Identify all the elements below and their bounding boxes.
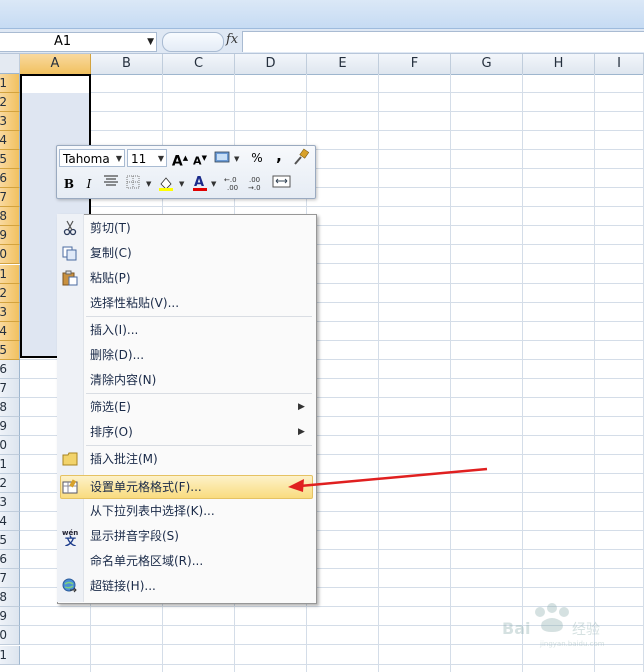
grid-column-line <box>594 74 595 672</box>
borders-icon: ▼ <box>126 175 152 189</box>
increase-decimal-icon: ←.0.00 <box>224 176 238 192</box>
format-painter-icon <box>294 148 310 165</box>
svg-text:←.0: ←.0 <box>224 176 237 184</box>
baidu-watermark-logo: Bai 经验 jingyan.baidu.com <box>502 603 605 648</box>
decrease-decimal-icon: .00→.0 <box>248 176 261 192</box>
menu-item-1[interactable]: 剪切(T) <box>90 216 131 240</box>
menu-separator <box>86 393 312 394</box>
shrink-font-icon: A <box>193 154 202 168</box>
svg-text:→.0: →.0 <box>248 184 261 192</box>
fill-color-icon: ▼ <box>159 177 185 191</box>
menu-item-11[interactable]: 设置单元格格式(F)... <box>90 475 202 499</box>
font-size-value: 11 <box>131 152 147 166</box>
svg-text:经验: 经验 <box>572 622 600 638</box>
active-cell-a1[interactable] <box>22 76 89 93</box>
font-name-value: Tahoma <box>63 152 110 166</box>
percent-style-button[interactable]: % <box>247 148 267 168</box>
menu-item-15[interactable]: 超链接(H)... <box>90 574 156 598</box>
fill-color-button[interactable]: ▼ <box>157 174 189 194</box>
comma-style-button[interactable]: , <box>269 146 289 166</box>
chevron-right-icon: ▶ <box>298 427 305 437</box>
grid-column-line <box>378 74 379 672</box>
menu-item-9[interactable]: 排序(O) <box>90 420 133 444</box>
menu-item-14[interactable]: 命名单元格区域(R)... <box>90 549 203 573</box>
menu-item-13[interactable]: 显示拼音字段(S) <box>90 524 179 548</box>
svg-text:▼: ▼ <box>179 180 185 188</box>
chevron-down-icon: ▼ <box>115 154 122 163</box>
grid-row-line <box>20 664 644 665</box>
menu-item-12[interactable]: 从下拉列表中选择(K)... <box>90 499 215 523</box>
font-color-button[interactable]: A ▼ <box>191 174 221 194</box>
menu-item-4[interactable]: 选择性粘贴(V)... <box>90 291 179 315</box>
svg-text:▼: ▼ <box>211 180 217 188</box>
menu-item-10[interactable]: 插入批注(M) <box>90 447 158 471</box>
grow-font-button[interactable]: A▲ <box>170 148 190 170</box>
svg-text:文: 文 <box>65 534 77 546</box>
menu-item-8[interactable]: 筛选(E) <box>90 395 131 419</box>
scissors-icon <box>62 220 78 236</box>
paste-icon <box>62 270 78 286</box>
center-align-button[interactable] <box>101 174 121 194</box>
mini-toolbar: Tahoma ▼ 11 ▼ A▲ A▼ ▼ % , B I ▼ ▼ A ▼ ←.0… <box>56 145 316 199</box>
menu-item-3[interactable]: 粘贴(P) <box>90 266 131 290</box>
italic-button[interactable]: I <box>79 174 99 194</box>
grid-row-line <box>20 206 644 207</box>
grid-row-line <box>20 130 644 131</box>
grow-font-icon: A <box>171 153 183 170</box>
increase-decimal-button[interactable]: ←.0.00 <box>223 174 245 194</box>
hyperlink-icon <box>62 578 78 594</box>
svg-text:.00: .00 <box>249 176 260 184</box>
menu-item-7[interactable]: 清除内容(N) <box>90 368 156 392</box>
format-cells-icon <box>62 479 78 495</box>
merge-center-button[interactable] <box>271 174 293 194</box>
comment-icon <box>62 451 78 467</box>
menu-separator <box>86 445 312 446</box>
svg-text:.00: .00 <box>227 184 238 192</box>
shrink-font-button[interactable]: A▼ <box>190 148 210 168</box>
accounting-icon: ▼ <box>214 151 240 163</box>
chevron-right-icon: ▶ <box>298 402 305 412</box>
font-name-select[interactable]: Tahoma ▼ <box>59 149 125 167</box>
grid-row-line <box>20 92 644 93</box>
grid-column-line <box>522 74 523 672</box>
svg-text:A: A <box>194 175 204 190</box>
svg-text:jingyan.baidu.com: jingyan.baidu.com <box>539 640 605 648</box>
svg-text:▼: ▼ <box>234 155 240 163</box>
bold-button[interactable]: B <box>59 174 79 194</box>
borders-button[interactable]: ▼ <box>125 174 155 194</box>
grid-row-line <box>20 111 644 112</box>
chevron-down-icon: ▼ <box>157 154 164 163</box>
svg-text:Bai: Bai <box>502 619 530 638</box>
align-center-icon <box>104 175 118 186</box>
menu-item-5[interactable]: 插入(I)... <box>90 318 138 342</box>
copy-icon <box>62 245 78 261</box>
menu-item-2[interactable]: 复制(C) <box>90 241 132 265</box>
accounting-format-button[interactable]: ▼ <box>213 148 241 168</box>
merge-center-icon <box>272 175 291 188</box>
font-color-icon: A ▼ <box>193 175 217 191</box>
svg-text:▼: ▼ <box>146 180 152 188</box>
grid-column-line <box>450 74 451 672</box>
font-size-select[interactable]: 11 ▼ <box>127 149 167 167</box>
menu-item-6[interactable]: 删除(D)... <box>90 343 144 367</box>
format-painter-button[interactable] <box>291 148 311 168</box>
decrease-decimal-button[interactable]: .00 →.0 <box>247 174 269 194</box>
menu-separator <box>86 316 312 317</box>
phonetic-icon: wén 文 <box>62 528 78 548</box>
